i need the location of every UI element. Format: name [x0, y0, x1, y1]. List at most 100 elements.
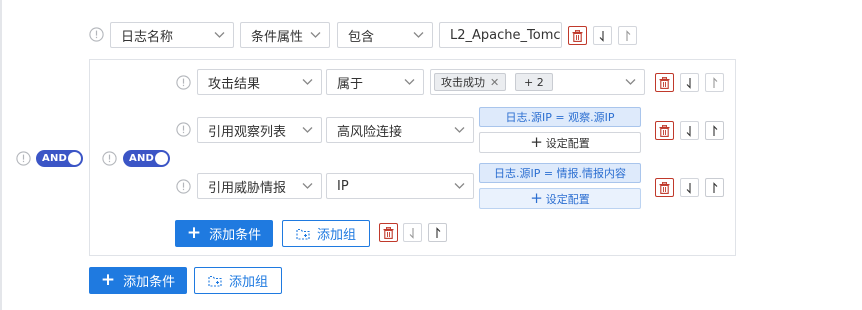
move-up-button[interactable]	[705, 73, 724, 92]
trash-icon	[659, 124, 670, 137]
top-field-select[interactable]: 日志名称	[110, 22, 234, 48]
move-down-button[interactable]	[593, 26, 612, 45]
row3-field-value: 引用威胁情报	[208, 180, 287, 196]
row1-field-value: 攻击结果	[208, 76, 261, 92]
configure-button[interactable]: + 设定配置	[479, 188, 641, 209]
row3-field-select[interactable]: 引用威胁情报	[197, 173, 322, 199]
add-condition-label: 添加条件	[123, 275, 176, 290]
top-attr-value: 条件属性	[251, 29, 304, 45]
plus-icon: +	[530, 133, 543, 151]
info-circle-icon	[176, 75, 191, 90]
chevron-down-icon	[214, 31, 225, 39]
move-down-button[interactable]	[680, 121, 699, 140]
row3-intel-select[interactable]: IP	[326, 173, 474, 199]
delete-condition-button[interactable]	[655, 178, 674, 197]
folder-add-icon	[208, 275, 229, 287]
chevron-down-icon	[404, 78, 415, 86]
info-circle-icon	[16, 151, 31, 166]
chevron-down-icon	[454, 126, 465, 134]
close-icon[interactable]: ✕	[490, 76, 499, 89]
move-up-button[interactable]	[705, 121, 724, 140]
chevron-down-icon	[302, 126, 313, 134]
row1-operator-select[interactable]: 属于	[326, 69, 424, 95]
field-mapping-text: 日志.源IP = 情报.情报内容	[493, 167, 627, 180]
configure-label: 设定配置	[545, 136, 590, 150]
trash-icon	[659, 76, 670, 89]
top-field-value: 日志名称	[121, 29, 174, 45]
selected-tag-label: 攻击成功	[441, 76, 485, 89]
more-tags-badge[interactable]: + 2	[515, 73, 553, 91]
chevron-down-icon	[310, 31, 321, 39]
top-operator-select[interactable]: 包含	[337, 22, 433, 48]
delete-group-button[interactable]	[379, 223, 398, 242]
field-mapping-text: 日志.源IP = 观察.源IP	[505, 111, 615, 124]
row3-intel-value: IP	[337, 178, 349, 194]
top-value-text: L2_Apache_Tomca	[450, 27, 562, 43]
outer-logic-label: AND	[42, 153, 68, 164]
move-up-button[interactable]	[618, 26, 637, 45]
group-add-condition-button[interactable]: + 添加条件	[175, 220, 273, 247]
delete-condition-button[interactable]	[655, 73, 674, 92]
row2-field-select[interactable]: 引用观察列表	[197, 117, 322, 143]
add-group-label: 添加组	[228, 275, 268, 290]
arrow-down-icon	[685, 125, 694, 137]
delete-condition-button[interactable]	[655, 121, 674, 140]
outer-logic-toggle[interactable]: AND	[36, 150, 83, 167]
folder-add-icon	[296, 228, 317, 240]
info-circle-icon	[102, 151, 117, 166]
arrow-up-icon	[433, 226, 442, 239]
field-mapping-badge: 日志.源IP = 观察.源IP	[479, 107, 641, 127]
top-operator-value: 包含	[348, 29, 375, 45]
left-border	[0, 0, 2, 310]
move-down-button[interactable]	[403, 223, 422, 242]
toggle-knob	[68, 152, 81, 165]
arrow-up-icon	[710, 124, 719, 137]
chevron-down-icon	[302, 78, 313, 86]
arrow-up-icon	[710, 181, 719, 194]
move-up-button[interactable]	[705, 178, 724, 197]
arrow-down-icon	[598, 30, 607, 42]
delete-condition-button[interactable]	[568, 26, 587, 45]
configure-label: 设定配置	[545, 192, 590, 206]
add-group-button[interactable]: 添加组	[194, 267, 282, 294]
row1-field-select[interactable]: 攻击结果	[197, 69, 322, 95]
trash-icon	[572, 29, 583, 42]
configure-button[interactable]: + 设定配置	[479, 132, 641, 153]
arrow-up-icon	[623, 29, 632, 42]
arrow-down-icon	[685, 182, 694, 194]
row2-watchlist-value: 高风险连接	[337, 124, 403, 140]
chevron-down-icon	[625, 78, 636, 86]
inner-logic-label: AND	[129, 153, 155, 164]
more-tags-count: + 2	[524, 75, 544, 89]
top-value-input[interactable]: L2_Apache_Tomca	[439, 22, 562, 48]
arrow-down-icon	[408, 227, 417, 239]
group-add-group-label: 添加组	[316, 228, 356, 243]
arrow-down-icon	[685, 77, 694, 89]
plus-icon: +	[530, 189, 543, 207]
plus-icon: +	[186, 223, 202, 243]
move-down-button[interactable]	[680, 73, 699, 92]
info-circle-icon	[176, 179, 191, 194]
group-add-group-button[interactable]: 添加组	[282, 220, 370, 247]
plus-icon: +	[100, 270, 116, 290]
info-circle-icon	[89, 27, 104, 42]
chevron-down-icon	[454, 182, 465, 190]
move-down-button[interactable]	[680, 178, 699, 197]
row1-operator-value: 属于	[337, 76, 364, 92]
top-attr-select[interactable]: 条件属性	[240, 22, 330, 48]
add-condition-button[interactable]: + 添加条件	[89, 267, 187, 294]
move-up-button[interactable]	[428, 223, 447, 242]
trash-icon	[383, 226, 394, 239]
row2-watchlist-select[interactable]: 高风险连接	[326, 117, 474, 143]
row2-field-value: 引用观察列表	[208, 124, 287, 140]
chevron-down-icon	[302, 182, 313, 190]
arrow-up-icon	[710, 76, 719, 89]
selected-tag[interactable]: 攻击成功 ✕	[434, 73, 507, 91]
group-add-condition-label: 添加条件	[209, 228, 262, 243]
trash-icon	[659, 181, 670, 194]
info-circle-icon	[176, 122, 191, 137]
field-mapping-badge: 日志.源IP = 情报.情报内容	[479, 163, 641, 183]
inner-logic-toggle[interactable]: AND	[123, 150, 170, 167]
chevron-down-icon	[413, 31, 424, 39]
toggle-knob	[155, 152, 168, 165]
